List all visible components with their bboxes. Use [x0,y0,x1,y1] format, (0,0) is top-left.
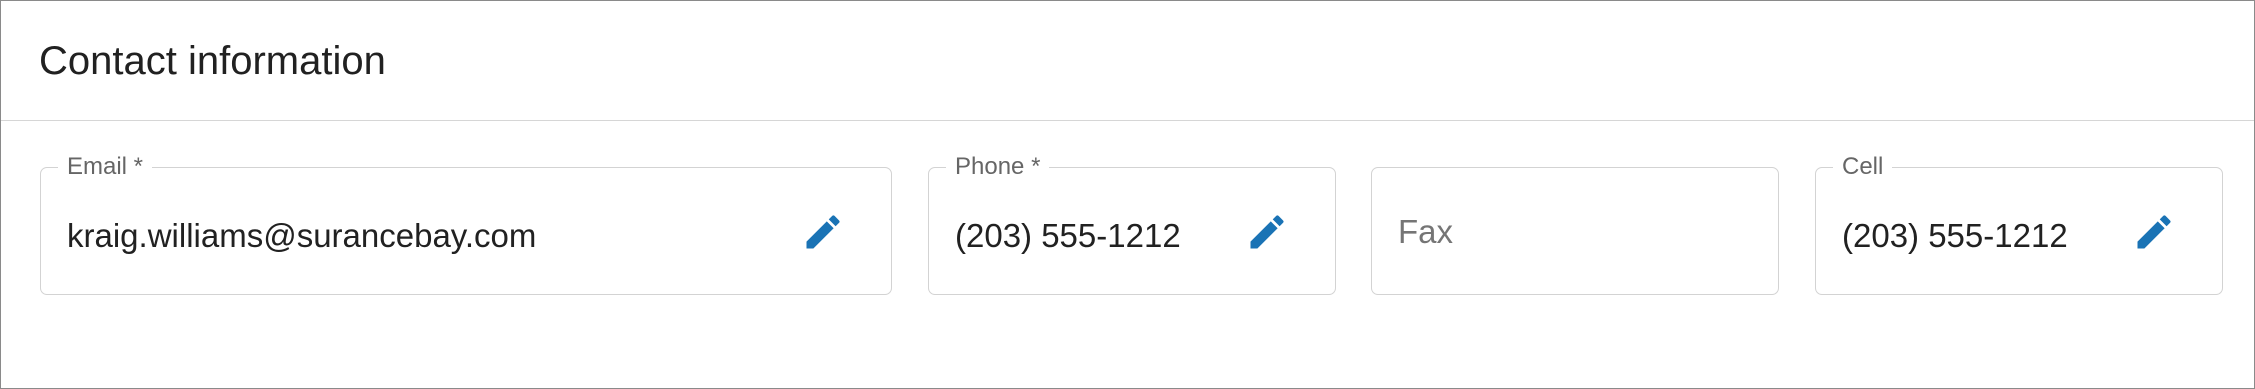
phone-field-value[interactable]: (203) 555-1212 [955,216,1181,256]
edit-cell-button[interactable] [2130,208,2178,256]
email-field-label: Email * [58,153,153,181]
contact-information-card: Contact information Email * kraig.willia… [0,0,2255,389]
pencil-icon [801,210,845,254]
email-field-value[interactable]: kraig.williams@surancebay.com [67,216,536,256]
edit-email-button[interactable] [799,208,847,256]
phone-field-label: Phone * [946,153,1050,181]
cell-field-label: Cell [1833,153,1893,181]
edit-phone-button[interactable] [1243,208,1291,256]
email-field[interactable]: Email * kraig.williams@surancebay.com [40,153,892,295]
page-title: Contact information [39,39,386,83]
card-header: Contact information [1,1,2254,121]
cell-field[interactable]: Cell (203) 555-1212 [1815,153,2223,295]
fax-field-placeholder[interactable]: Fax [1398,212,1453,252]
cell-field-value[interactable]: (203) 555-1212 [1842,216,2068,256]
fax-field[interactable]: Fax [1371,167,1779,295]
phone-field[interactable]: Phone * (203) 555-1212 [928,153,1336,295]
pencil-icon [1245,210,1289,254]
pencil-icon [2132,210,2176,254]
